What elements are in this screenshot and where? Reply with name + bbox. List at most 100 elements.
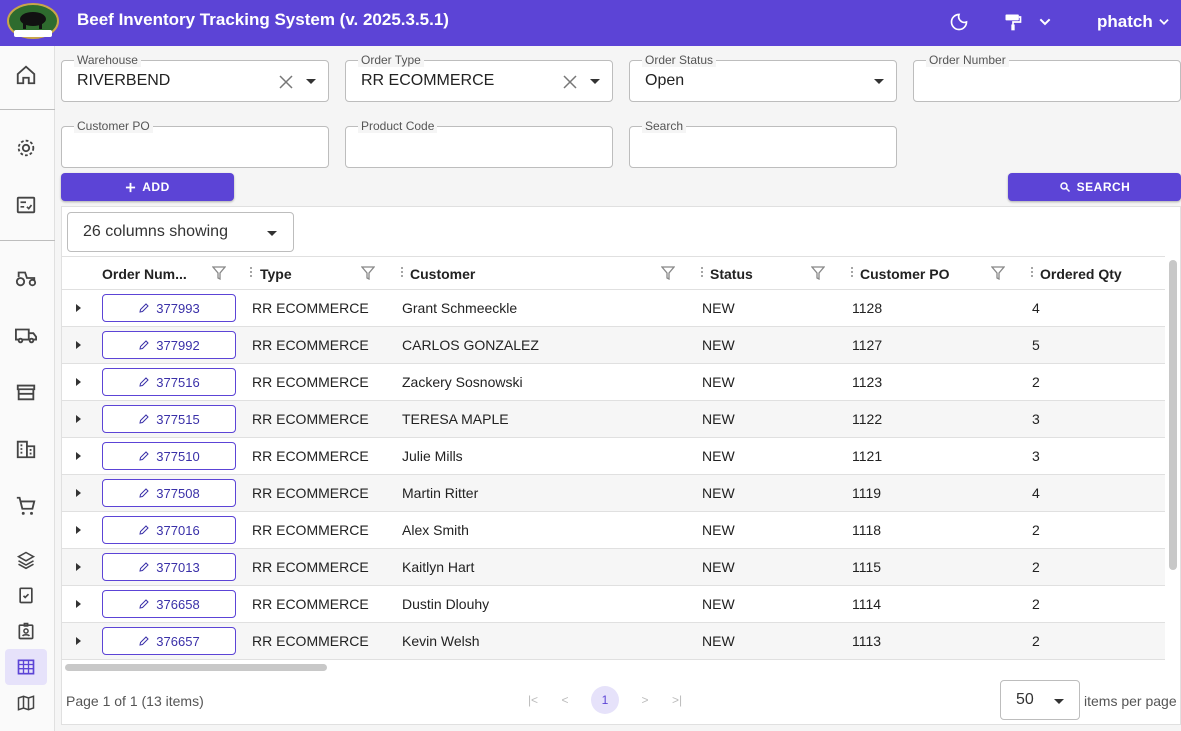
edit-order-button[interactable]: 376658 [102, 590, 236, 618]
sidebar-item-tractor[interactable] [5, 260, 47, 296]
page-button-current[interactable]: 1 [591, 686, 619, 714]
sidebar-item-settings[interactable] [5, 130, 47, 166]
search-input[interactable] [630, 127, 896, 167]
riverbend-logo[interactable] [6, 2, 60, 40]
horizontal-scrollbar[interactable] [65, 664, 327, 671]
expand-row-icon[interactable] [76, 341, 81, 349]
edit-order-button[interactable]: 377993 [102, 294, 236, 322]
chevron-down-icon[interactable] [1034, 11, 1056, 33]
filter-icon[interactable] [811, 266, 825, 280]
order-number-value: 377508 [156, 485, 200, 501]
table-row[interactable]: 377013 RR ECOMMERCE Kaitlyn Hart NEW 1115 2 [62, 549, 1165, 586]
edit-order-button[interactable]: 377992 [102, 331, 236, 359]
filter-icon[interactable] [212, 266, 226, 280]
paint-roller-icon[interactable] [1002, 11, 1024, 33]
column-header-order-number[interactable]: Order Num... [102, 266, 187, 282]
clear-icon[interactable] [562, 74, 578, 90]
vertical-scrollbar[interactable] [1169, 260, 1177, 570]
prev-page-button[interactable]: < [555, 690, 575, 710]
sidebar-item-map[interactable] [5, 685, 47, 721]
items-per-page-select[interactable]: 50 [1000, 680, 1080, 720]
table-row[interactable]: 377515 RR ECOMMERCE TERESA MAPLE NEW 1122 3 [62, 401, 1165, 438]
add-button[interactable]: ADD [61, 173, 234, 201]
edit-order-button[interactable]: 377508 [102, 479, 236, 507]
cell-status: NEW [702, 633, 735, 649]
sidebar-item-shipping[interactable] [5, 317, 47, 353]
table-row[interactable]: 376657 RR ECOMMERCE Kevin Welsh NEW 1113 2 [62, 623, 1165, 660]
column-header-type[interactable]: Type [260, 266, 292, 282]
edit-order-button[interactable]: 377515 [102, 405, 236, 433]
search-icon [1059, 182, 1070, 193]
table-row[interactable]: 377016 RR ECOMMERCE Alex Smith NEW 1118 2 [62, 512, 1165, 549]
table-row[interactable]: 376658 RR ECOMMERCE Dustin Dlouhy NEW 1114 2 [62, 586, 1165, 623]
search-field[interactable]: Search [629, 119, 897, 168]
expand-row-icon[interactable] [76, 563, 81, 571]
filter-icon[interactable] [361, 266, 375, 280]
column-header-ordered-qty[interactable]: Ordered Qty [1040, 266, 1122, 282]
product-code-input[interactable] [346, 127, 612, 167]
order-type-select[interactable]: Order Type RR ECOMMERCE [345, 53, 613, 102]
next-page-button[interactable]: > [635, 690, 655, 710]
sidebar-item-checklist[interactable] [5, 187, 47, 223]
edit-order-button[interactable]: 377510 [102, 442, 236, 470]
column-header-customer-po[interactable]: Customer PO [860, 266, 949, 282]
expand-row-icon[interactable] [76, 378, 81, 386]
truck-icon [15, 328, 37, 344]
table-row[interactable]: 377516 RR ECOMMERCE Zackery Sosnowski NEW 11… [62, 364, 1165, 401]
sidebar-item-badge[interactable] [5, 613, 47, 649]
filter-icon[interactable] [661, 266, 675, 280]
table-row[interactable]: 377992 RR ECOMMERCE CARLOS GONZALEZ NEW 1127… [62, 327, 1165, 364]
order-number-value: 377993 [156, 300, 200, 316]
expand-row-icon[interactable] [76, 452, 81, 460]
edit-order-button[interactable]: 377516 [102, 368, 236, 396]
sidebar-item-store[interactable] [5, 374, 47, 410]
column-header-customer[interactable]: Customer [410, 266, 475, 282]
column-resize-handle[interactable] [701, 267, 704, 280]
expand-row-icon[interactable] [76, 600, 81, 608]
order-number-field[interactable]: Order Number [913, 53, 1181, 102]
table-row[interactable]: 377993 RR ECOMMERCE Grant Schmeeckle NEW 112… [62, 290, 1165, 327]
table-row[interactable]: 377508 RR ECOMMERCE Martin Ritter NEW 1119 4 [62, 475, 1165, 512]
expand-row-icon[interactable] [76, 304, 81, 312]
expand-row-icon[interactable] [76, 415, 81, 423]
table-row[interactable]: 377510 RR ECOMMERCE Julie Mills NEW 1121 3 [62, 438, 1165, 475]
last-page-button[interactable]: >| [667, 690, 687, 710]
order-type-value: RR ECOMMERCE [361, 72, 495, 89]
sidebar-item-tasks[interactable] [5, 577, 47, 613]
sidebar-item-home[interactable] [5, 57, 47, 93]
column-resize-handle[interactable] [851, 267, 854, 280]
cell-qty: 4 [1032, 300, 1040, 316]
column-header-status[interactable]: Status [710, 266, 753, 282]
sidebar-item-orders[interactable] [5, 649, 47, 685]
dropdown-arrow-icon[interactable] [590, 79, 600, 84]
edit-order-button[interactable]: 377016 [102, 516, 236, 544]
user-menu[interactable]: phatch [1097, 12, 1171, 32]
sidebar-item-layers[interactable] [5, 542, 47, 578]
order-number-input[interactable] [914, 61, 1180, 101]
product-code-field[interactable]: Product Code [345, 119, 613, 168]
customer-po-input[interactable] [62, 127, 328, 167]
sidebar-item-warehouses[interactable] [5, 431, 47, 467]
moon-icon[interactable] [948, 11, 970, 33]
column-resize-handle[interactable] [250, 267, 253, 280]
edit-order-button[interactable]: 376657 [102, 627, 236, 655]
column-resize-handle[interactable] [401, 267, 404, 280]
dropdown-arrow-icon[interactable] [874, 79, 884, 84]
cell-type: RR ECOMMERCE [252, 300, 369, 316]
cell-status: NEW [702, 448, 735, 464]
filter-icon[interactable] [991, 266, 1005, 280]
search-button[interactable]: SEARCH [1008, 173, 1181, 201]
first-page-button[interactable]: |< [523, 690, 543, 710]
clear-icon[interactable] [278, 74, 294, 90]
order-status-select[interactable]: Order Status Open [629, 53, 897, 102]
expand-row-icon[interactable] [76, 489, 81, 497]
dropdown-arrow-icon[interactable] [306, 79, 316, 84]
customer-po-field[interactable]: Customer PO [61, 119, 329, 168]
column-chooser-select[interactable]: 26 columns showing [67, 212, 294, 252]
edit-order-button[interactable]: 377013 [102, 553, 236, 581]
warehouse-select[interactable]: Warehouse RIVERBEND [61, 53, 329, 102]
expand-row-icon[interactable] [76, 637, 81, 645]
column-resize-handle[interactable] [1031, 267, 1034, 280]
expand-row-icon[interactable] [76, 526, 81, 534]
sidebar-item-cart[interactable] [5, 488, 47, 524]
